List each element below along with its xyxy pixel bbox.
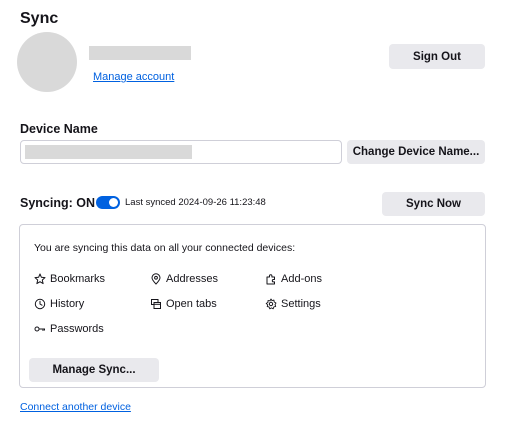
device-name-heading: Device Name bbox=[20, 122, 98, 136]
sync-item-label: Bookmarks bbox=[50, 273, 106, 285]
manage-sync-button[interactable]: Manage Sync... bbox=[29, 358, 159, 382]
sync-settings-page: Sync Manage account Sign Out Device Name… bbox=[0, 0, 512, 443]
sync-toggle[interactable] bbox=[96, 196, 120, 209]
puzzle-icon bbox=[265, 273, 277, 285]
clock-icon bbox=[34, 298, 46, 310]
manage-account-link[interactable]: Manage account bbox=[93, 70, 174, 84]
sync-item-addons: Add-ons bbox=[265, 272, 322, 286]
sync-item-label: Addresses bbox=[166, 273, 218, 285]
sync-item-bookmarks: Bookmarks bbox=[34, 272, 105, 286]
page-title: Sync bbox=[20, 10, 59, 27]
location-pin-icon bbox=[150, 273, 162, 285]
connect-another-device-link[interactable]: Connect another device bbox=[20, 400, 131, 414]
sync-item-label: Open tabs bbox=[166, 298, 217, 310]
toggle-knob bbox=[109, 198, 118, 207]
sync-item-open-tabs: Open tabs bbox=[150, 297, 217, 311]
star-icon bbox=[34, 273, 46, 285]
device-name-placeholder bbox=[25, 145, 192, 159]
avatar bbox=[17, 32, 77, 92]
sign-out-button[interactable]: Sign Out bbox=[389, 44, 485, 69]
change-device-name-button[interactable]: Change Device Name... bbox=[347, 140, 485, 164]
sync-item-passwords: Passwords bbox=[34, 322, 104, 336]
sync-item-addresses: Addresses bbox=[150, 272, 218, 286]
sync-item-label: Add-ons bbox=[281, 273, 322, 285]
sync-now-button[interactable]: Sync Now bbox=[382, 192, 485, 216]
sync-intro-text: You are syncing this data on all your co… bbox=[34, 242, 296, 254]
sync-item-history: History bbox=[34, 297, 84, 311]
device-name-field[interactable] bbox=[20, 140, 342, 164]
sync-item-settings: Settings bbox=[265, 297, 321, 311]
synced-data-panel: You are syncing this data on all your co… bbox=[19, 224, 486, 388]
gear-icon bbox=[265, 298, 277, 310]
sync-item-label: Settings bbox=[281, 298, 321, 310]
sync-item-label: Passwords bbox=[50, 323, 104, 335]
last-synced-text: Last synced 2024-09-26 11:23:48 bbox=[125, 197, 266, 208]
account-name-placeholder bbox=[89, 46, 191, 60]
tabs-icon bbox=[150, 298, 162, 310]
sync-item-label: History bbox=[50, 298, 85, 310]
key-icon bbox=[34, 323, 46, 335]
sync-status-label: Syncing: ON bbox=[20, 196, 96, 210]
